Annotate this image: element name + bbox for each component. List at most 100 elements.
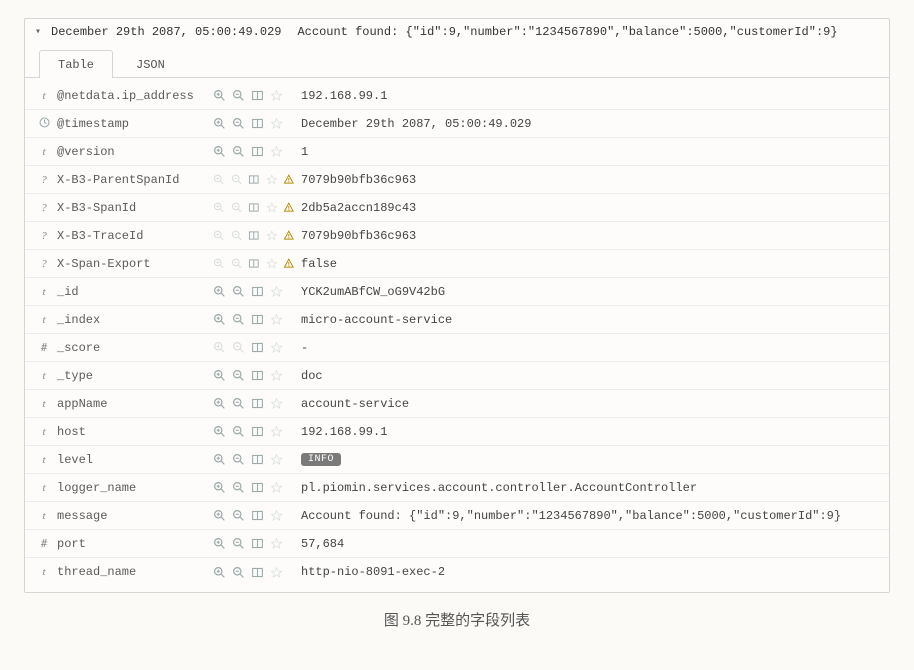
filter-out-icon[interactable] [231, 173, 243, 186]
exists-filter-icon[interactable] [270, 341, 283, 354]
exists-filter-icon[interactable] [270, 313, 283, 326]
field-value: - [301, 341, 308, 355]
field-row: t_typedoc [25, 362, 889, 390]
exists-filter-icon[interactable] [270, 537, 283, 550]
collapse-caret-icon[interactable]: ▾ [35, 26, 41, 38]
clock-icon [38, 116, 51, 129]
field-type-icon: t [37, 510, 51, 522]
toggle-column-icon[interactable] [248, 229, 260, 242]
field-row: ?X-B3-TraceId7079b90bfb36c963 [25, 222, 889, 250]
exists-filter-icon[interactable] [266, 229, 278, 242]
toggle-column-icon[interactable] [251, 566, 264, 579]
summary-timestamp: December 29th 2087, 05:00:49.029 [51, 25, 281, 39]
filter-for-icon[interactable] [213, 341, 226, 354]
filter-for-icon[interactable] [213, 425, 226, 438]
filter-out-icon[interactable] [232, 425, 245, 438]
toggle-column-icon[interactable] [251, 117, 264, 130]
filter-out-icon[interactable] [232, 285, 245, 298]
filter-for-icon[interactable] [213, 285, 226, 298]
filter-for-icon[interactable] [213, 509, 226, 522]
toggle-column-icon[interactable] [248, 173, 260, 186]
filter-out-icon[interactable] [232, 537, 245, 550]
filter-out-icon[interactable] [232, 117, 245, 130]
field-value: 192.168.99.1 [301, 425, 387, 439]
exists-filter-icon[interactable] [270, 145, 283, 158]
filter-out-icon[interactable] [232, 313, 245, 326]
field-type-icon: ? [37, 174, 51, 186]
filter-for-icon[interactable] [213, 453, 226, 466]
exists-filter-icon[interactable] [270, 509, 283, 522]
filter-for-icon[interactable] [213, 566, 226, 579]
field-actions [213, 229, 295, 242]
doc-panel: ▾ December 29th 2087, 05:00:49.029 Accou… [24, 18, 890, 593]
expanded-summary[interactable]: ▾ December 29th 2087, 05:00:49.029 Accou… [25, 19, 889, 49]
filter-out-icon[interactable] [232, 397, 245, 410]
toggle-column-icon[interactable] [251, 145, 264, 158]
exists-filter-icon[interactable] [266, 173, 278, 186]
filter-out-icon[interactable] [232, 89, 245, 102]
filter-for-icon[interactable] [213, 537, 226, 550]
filter-for-icon[interactable] [213, 257, 225, 270]
toggle-column-icon[interactable] [251, 285, 264, 298]
filter-for-icon[interactable] [213, 173, 225, 186]
tab-table[interactable]: Table [39, 50, 113, 78]
field-type-icon: t [37, 314, 51, 326]
exists-filter-icon[interactable] [266, 257, 278, 270]
filter-for-icon[interactable] [213, 481, 226, 494]
toggle-column-icon[interactable] [251, 453, 264, 466]
toggle-column-icon[interactable] [251, 537, 264, 550]
toggle-column-icon[interactable] [248, 201, 260, 214]
exists-filter-icon[interactable] [270, 425, 283, 438]
toggle-column-icon[interactable] [251, 425, 264, 438]
filter-out-icon[interactable] [232, 509, 245, 522]
filter-for-icon[interactable] [213, 145, 226, 158]
filter-out-icon[interactable] [232, 145, 245, 158]
filter-out-icon[interactable] [231, 201, 243, 214]
toggle-column-icon[interactable] [251, 481, 264, 494]
field-value: account-service [301, 397, 409, 411]
exists-filter-icon[interactable] [270, 285, 283, 298]
toggle-column-icon[interactable] [251, 369, 264, 382]
filter-out-icon[interactable] [231, 229, 243, 242]
filter-for-icon[interactable] [213, 229, 225, 242]
field-type-icon: ? [37, 258, 51, 270]
filter-for-icon[interactable] [213, 313, 226, 326]
filter-out-icon[interactable] [232, 453, 245, 466]
summary-message: Account found: {"id":9,"number":"1234567… [297, 25, 837, 39]
field-name: appName [57, 397, 207, 411]
warning-icon [283, 257, 295, 270]
filter-for-icon[interactable] [213, 89, 226, 102]
filter-for-icon[interactable] [213, 117, 226, 130]
toggle-column-icon[interactable] [251, 313, 264, 326]
exists-filter-icon[interactable] [270, 369, 283, 382]
field-value: 7079b90bfb36c963 [301, 229, 416, 243]
field-name: _index [57, 313, 207, 327]
filter-for-icon[interactable] [213, 201, 225, 214]
filter-out-icon[interactable] [232, 369, 245, 382]
exists-filter-icon[interactable] [270, 453, 283, 466]
exists-filter-icon[interactable] [270, 481, 283, 494]
exists-filter-icon[interactable] [266, 201, 278, 214]
exists-filter-icon[interactable] [270, 566, 283, 579]
filter-for-icon[interactable] [213, 369, 226, 382]
toggle-column-icon[interactable] [251, 397, 264, 410]
tab-json[interactable]: JSON [117, 50, 184, 78]
exists-filter-icon[interactable] [270, 89, 283, 102]
toggle-column-icon[interactable] [248, 257, 260, 270]
warning-icon [283, 201, 295, 214]
field-value: 192.168.99.1 [301, 89, 387, 103]
filter-out-icon[interactable] [232, 341, 245, 354]
field-row: t@netdata.ip_address192.168.99.1 [25, 82, 889, 110]
toggle-column-icon[interactable] [251, 341, 264, 354]
filter-for-icon[interactable] [213, 397, 226, 410]
filter-out-icon[interactable] [232, 566, 245, 579]
toggle-column-icon[interactable] [251, 89, 264, 102]
toggle-column-icon[interactable] [251, 509, 264, 522]
field-type-icon: t [37, 90, 51, 102]
exists-filter-icon[interactable] [270, 397, 283, 410]
field-name: thread_name [57, 565, 207, 579]
filter-out-icon[interactable] [232, 481, 245, 494]
filter-out-icon[interactable] [231, 257, 243, 270]
field-actions [213, 509, 295, 522]
exists-filter-icon[interactable] [270, 117, 283, 130]
